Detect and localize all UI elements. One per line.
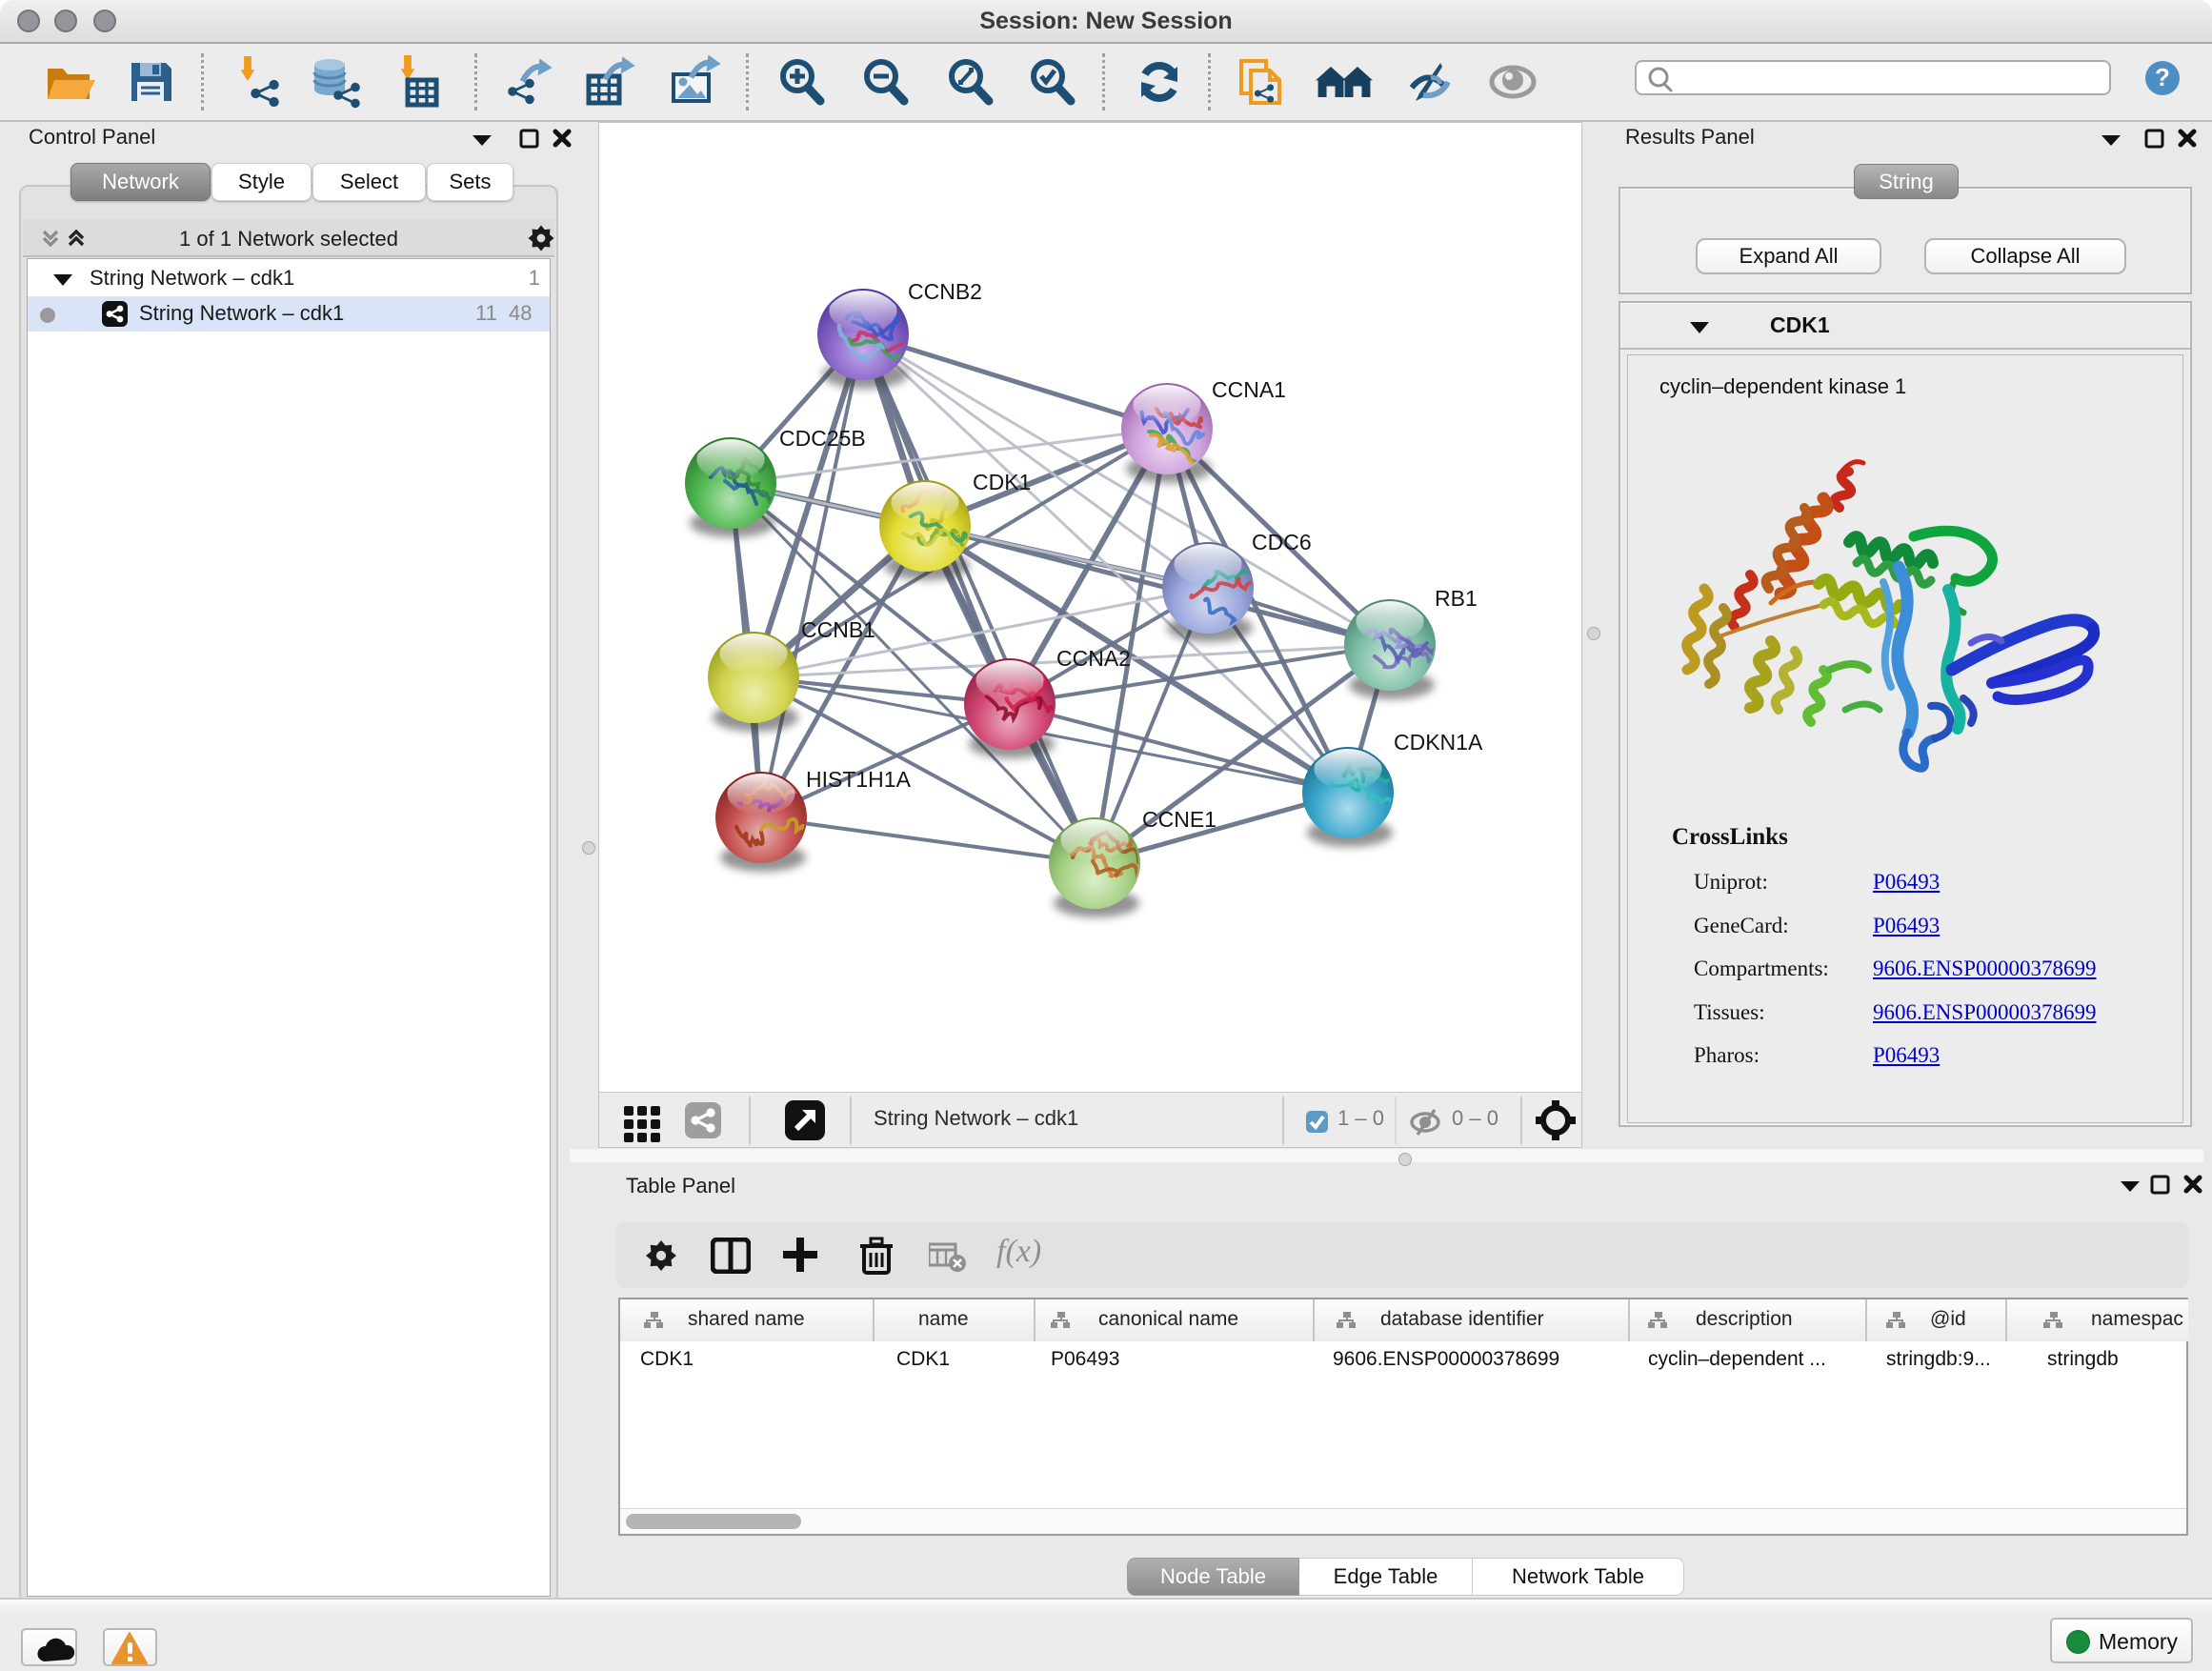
svg-text:RB1: RB1 [1435, 586, 1478, 611]
svg-text:CCNA1: CCNA1 [1212, 377, 1286, 402]
svg-text:CDK1: CDK1 [973, 470, 1031, 494]
svg-text:?: ? [2155, 63, 2170, 91]
svg-text:CDKN1A: CDKN1A [1394, 730, 1483, 755]
svg-text:CCNA2: CCNA2 [1056, 646, 1131, 671]
svg-text:CDC6: CDC6 [1252, 530, 1312, 554]
svg-text:HIST1H1A: HIST1H1A [806, 767, 912, 792]
svg-text:CDC25B: CDC25B [779, 426, 866, 451]
svg-text:CCNE1: CCNE1 [1142, 807, 1217, 832]
svg-text:CCNB2: CCNB2 [908, 279, 982, 304]
svg-text:CCNB1: CCNB1 [801, 617, 875, 642]
